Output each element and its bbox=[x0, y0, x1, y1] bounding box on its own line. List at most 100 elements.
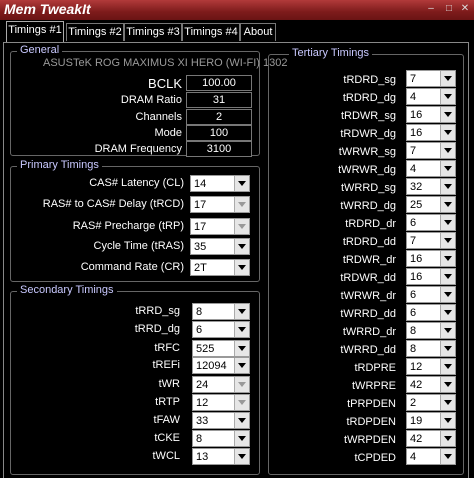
chevron-down-icon[interactable] bbox=[440, 377, 455, 392]
twr-label: tWR bbox=[158, 378, 180, 390]
trdwr-dd-select[interactable]: 16 bbox=[406, 268, 456, 285]
trefi-select[interactable]: 12094 bbox=[192, 357, 250, 374]
chevron-down-icon[interactable] bbox=[440, 359, 455, 374]
chevron-down-icon[interactable] bbox=[440, 413, 455, 428]
trdrd-dr-select[interactable]: 6 bbox=[406, 214, 456, 231]
dram-frequency-label: DRAM Frequency bbox=[94, 143, 182, 155]
bclk-label: BCLK bbox=[148, 76, 182, 91]
chevron-down-icon[interactable] bbox=[440, 161, 455, 176]
chevron-down-icon[interactable] bbox=[440, 125, 455, 140]
trdpden-select[interactable]: 19 bbox=[406, 412, 456, 429]
trrd-dg-label: tRRD_dg bbox=[134, 323, 180, 335]
chevron-down-icon[interactable] bbox=[234, 341, 249, 356]
tab-timings-1[interactable]: Timings #1 bbox=[6, 21, 64, 42]
twrrd-dr-label: tWRRD_dr bbox=[342, 326, 396, 338]
chevron-down-icon[interactable] bbox=[234, 377, 249, 392]
chevron-down-icon[interactable] bbox=[440, 197, 455, 212]
twrrd-dg-select[interactable]: 25 bbox=[406, 196, 456, 213]
chevron-down-icon[interactable] bbox=[440, 287, 455, 302]
chevron-down-icon[interactable] bbox=[440, 395, 455, 410]
tcpded-select[interactable]: 4 bbox=[406, 448, 456, 465]
trfc-select[interactable]: 525 bbox=[192, 340, 250, 357]
twrpre-select[interactable]: 42 bbox=[406, 376, 456, 393]
trdrd-dd-select[interactable]: 7 bbox=[406, 232, 456, 249]
twrwr-sg-label: tWRWR_sg bbox=[338, 146, 396, 158]
trdpre-select[interactable]: 12 bbox=[406, 358, 456, 375]
chevron-down-icon[interactable] bbox=[440, 215, 455, 230]
trdrd-sg-select[interactable]: 7 bbox=[406, 70, 456, 87]
tab-about[interactable]: About bbox=[240, 23, 276, 41]
trdwr-sg-label: tRDWR_sg bbox=[340, 110, 396, 122]
chevron-down-icon[interactable] bbox=[234, 304, 249, 319]
chevron-down-icon[interactable] bbox=[440, 179, 455, 194]
chevron-down-icon[interactable] bbox=[440, 233, 455, 248]
tab-timings-2[interactable]: Timings #2 bbox=[66, 23, 124, 41]
tab-timings-3[interactable]: Timings #3 bbox=[124, 23, 182, 41]
chevron-down-icon[interactable] bbox=[234, 219, 249, 234]
chevron-down-icon[interactable] bbox=[440, 251, 455, 266]
primary-timings-label: Primary Timings bbox=[17, 159, 102, 171]
chevron-down-icon[interactable] bbox=[234, 322, 249, 337]
chevron-down-icon[interactable] bbox=[234, 239, 249, 254]
trdwr-sg-select[interactable]: 16 bbox=[406, 106, 456, 123]
title-bar[interactable]: Mem TweakIt – □ ✕ bbox=[0, 0, 474, 20]
tfaw-select[interactable]: 33 bbox=[192, 412, 250, 429]
trp-label: RAS# Precharge (tRP) bbox=[72, 220, 184, 232]
chevron-down-icon[interactable] bbox=[440, 89, 455, 104]
twrwr-dr-label: tWRWR_dr bbox=[340, 290, 396, 302]
twrrd-dd-select[interactable]: 6 bbox=[406, 304, 456, 321]
twrpden-select[interactable]: 42 bbox=[406, 430, 456, 447]
maximize-icon[interactable]: □ bbox=[442, 2, 456, 16]
chevron-down-icon[interactable] bbox=[440, 431, 455, 446]
chevron-down-icon[interactable] bbox=[234, 358, 249, 373]
close-icon[interactable]: ✕ bbox=[458, 2, 472, 16]
chevron-down-icon[interactable] bbox=[440, 107, 455, 122]
cas-latency-select[interactable]: 14 bbox=[190, 175, 250, 192]
twrwr-dg-select[interactable]: 4 bbox=[406, 160, 456, 177]
twrwr-sg-select[interactable]: 7 bbox=[406, 142, 456, 159]
chevron-down-icon[interactable] bbox=[234, 449, 249, 464]
trdwr-dr-select[interactable]: 16 bbox=[406, 250, 456, 267]
chevron-down-icon[interactable] bbox=[234, 431, 249, 446]
tras-select[interactable]: 35 bbox=[190, 238, 250, 255]
minimize-icon[interactable]: – bbox=[424, 2, 438, 16]
tcpded-label: tCPDED bbox=[354, 452, 396, 464]
trrd-dg-select[interactable]: 6 bbox=[192, 321, 250, 338]
tcke-select[interactable]: 8 bbox=[192, 430, 250, 447]
trp-select[interactable]: 17 bbox=[190, 218, 250, 235]
twrrd-sg-select[interactable]: 32 bbox=[406, 178, 456, 195]
chevron-down-icon[interactable] bbox=[440, 143, 455, 158]
tab-timings-4[interactable]: Timings #4 bbox=[182, 23, 240, 41]
trdwr-dg-select[interactable]: 16 bbox=[406, 124, 456, 141]
trdrd-dg-select[interactable]: 4 bbox=[406, 88, 456, 105]
chevron-down-icon[interactable] bbox=[440, 323, 455, 338]
trrd-sg-select[interactable]: 8 bbox=[192, 303, 250, 320]
twrrd-dd-2-select[interactable]: 8 bbox=[406, 340, 456, 357]
tprpden-select[interactable]: 2 bbox=[406, 394, 456, 411]
command-rate-select[interactable]: 2T bbox=[190, 259, 250, 276]
cas-latency-label: CAS# Latency (CL) bbox=[89, 177, 184, 189]
chevron-down-icon[interactable] bbox=[440, 341, 455, 356]
secondary-timings-label: Secondary Timings bbox=[17, 284, 117, 296]
chevron-down-icon[interactable] bbox=[234, 413, 249, 428]
chevron-down-icon[interactable] bbox=[440, 305, 455, 320]
twr-select[interactable]: 24 bbox=[192, 376, 250, 393]
trtp-select[interactable]: 12 bbox=[192, 394, 250, 411]
chevron-down-icon[interactable] bbox=[234, 176, 249, 191]
trdpden-label: tRDPDEN bbox=[346, 416, 396, 428]
twcl-select[interactable]: 13 bbox=[192, 448, 250, 465]
trdrd-dr-label: tRDRD_dr bbox=[345, 218, 396, 230]
tprpden-label: tPRPDEN bbox=[347, 398, 396, 410]
chevron-down-icon[interactable] bbox=[234, 395, 249, 410]
chevron-down-icon[interactable] bbox=[234, 197, 249, 212]
general-group-label: General bbox=[17, 44, 63, 56]
trdpre-label: tRDPRE bbox=[354, 362, 396, 374]
twrwr-dr-select[interactable]: 6 bbox=[406, 286, 456, 303]
chevron-down-icon[interactable] bbox=[234, 260, 249, 275]
chevron-down-icon[interactable] bbox=[440, 449, 455, 464]
chevron-down-icon[interactable] bbox=[440, 71, 455, 86]
window-title: Mem TweakIt bbox=[4, 1, 91, 17]
chevron-down-icon[interactable] bbox=[440, 269, 455, 284]
twrrd-dr-select[interactable]: 8 bbox=[406, 322, 456, 339]
trcd-select[interactable]: 17 bbox=[190, 196, 250, 213]
